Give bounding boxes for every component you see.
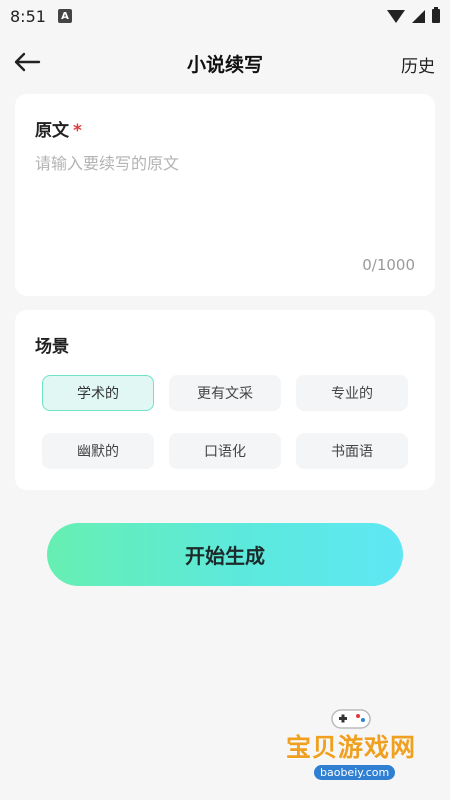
watermark-logo: 宝贝游戏网 baobeiy.com xyxy=(276,709,426,795)
source-label-text: 原文 xyxy=(35,121,69,141)
char-counter: 0/1000 xyxy=(362,256,415,274)
signal-icon xyxy=(412,9,425,23)
source-text-card: 原文* 0/1000 xyxy=(15,94,435,296)
wifi-icon xyxy=(387,9,405,23)
scene-chip-literary[interactable]: 更有文采 xyxy=(169,375,281,411)
source-text-input[interactable] xyxy=(35,150,415,250)
watermark-url: baobeiy.com xyxy=(314,765,396,780)
status-bar: 8:51 A xyxy=(0,0,450,32)
app-notification-icon: A xyxy=(57,9,72,23)
required-mark: * xyxy=(73,121,82,141)
start-generate-button[interactable]: 开始生成 xyxy=(47,523,403,586)
watermark-text: 宝贝游戏网 xyxy=(285,733,416,762)
scene-chip-written[interactable]: 书面语 xyxy=(296,433,408,469)
scene-card: 场景 学术的 更有文采 专业的 幽默的 口语化 书面语 xyxy=(15,310,435,490)
header: 小说续写 历史 xyxy=(0,40,450,84)
scene-chip-academic[interactable]: 学术的 xyxy=(42,375,154,411)
page-title: 小说续写 xyxy=(186,54,263,76)
battery-icon xyxy=(432,7,440,23)
scene-chip-colloquial[interactable]: 口语化 xyxy=(169,433,281,469)
source-label: 原文 * xyxy=(35,116,82,141)
scene-chip-professional[interactable]: 专业的 xyxy=(296,375,408,411)
scene-chip-humorous[interactable]: 幽默的 xyxy=(42,433,154,469)
history-button[interactable]: 历史 xyxy=(401,52,435,77)
status-time: 8:51 xyxy=(10,6,46,26)
scene-label: 场景 xyxy=(35,337,69,357)
